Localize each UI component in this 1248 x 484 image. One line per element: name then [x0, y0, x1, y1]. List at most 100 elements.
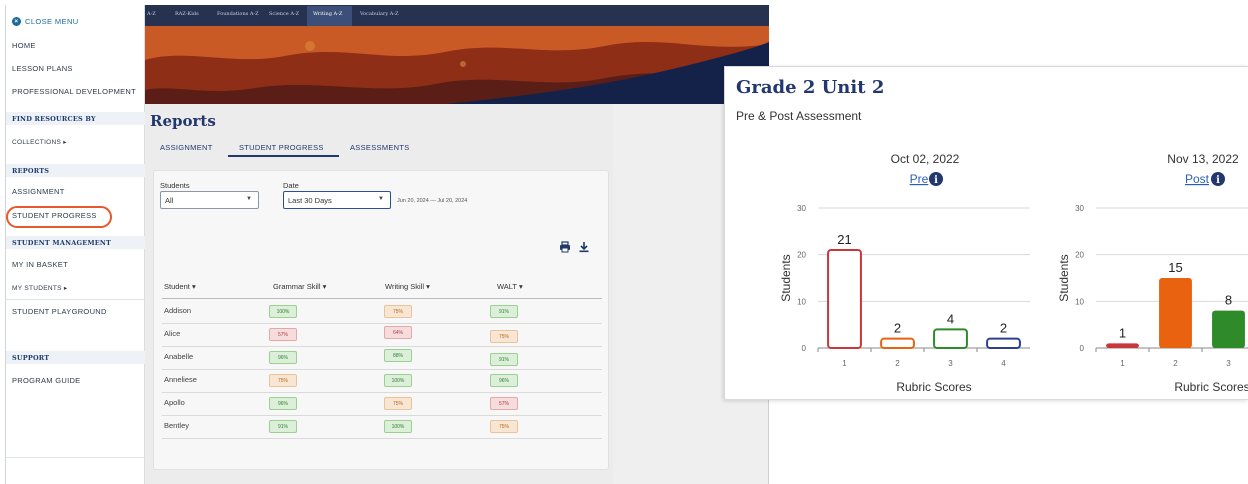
y-tick-label: 0	[802, 344, 807, 353]
chevron-down-icon: ▼	[378, 196, 384, 202]
section-header-label: REPORTS	[12, 167, 50, 175]
date-select[interactable]: Last 30 Days ▼	[283, 191, 391, 209]
table-row-divider	[162, 438, 602, 439]
page-title: Reports	[150, 112, 216, 130]
date-filter-label: Date	[283, 181, 299, 190]
table-row-divider	[162, 346, 602, 347]
x-tick-label: 1	[842, 359, 847, 368]
bar	[827, 249, 862, 349]
bar-value-label: 2	[894, 321, 901, 336]
bar-value-label: 15	[1168, 260, 1182, 275]
student-name: Apollo	[164, 398, 185, 407]
banner-illustration	[145, 26, 769, 104]
bar	[933, 328, 968, 350]
student-name: Alice	[164, 329, 181, 338]
writing-score-badge: 64%	[384, 326, 412, 339]
download-icon[interactable]	[578, 241, 590, 253]
section-header-label: SUPPORT	[12, 354, 50, 362]
reports-app: A-Z RAZ-Kids Foundations A-Z Science A-Z…	[145, 5, 769, 484]
bar	[986, 337, 1021, 349]
menu-item-assignment[interactable]: ASSIGNMENT	[12, 187, 65, 196]
progress-card: Students All ▼ Date Last 30 Days ▼ Jun 2…	[153, 170, 609, 470]
walt-score-badge: 91%	[490, 305, 518, 318]
nav-tab[interactable]: Foundations A-Z	[217, 11, 259, 17]
section-header-student-management: STUDENT MANAGEMENT	[6, 236, 145, 249]
writing-score-badge: 100%	[384, 374, 412, 387]
menu-item-program-guide[interactable]: PROGRAM GUIDE	[12, 376, 81, 385]
students-select-value: All	[165, 196, 174, 205]
column-header-writing[interactable]: Writing Skill ▾	[385, 282, 430, 291]
y-tick-label: 20	[1075, 251, 1084, 260]
writing-score-badge: 75%	[384, 305, 412, 318]
grammar-score-badge: 100%	[269, 305, 297, 318]
column-header-student[interactable]: Student ▾	[164, 282, 196, 291]
menu-item-my-in-basket[interactable]: MY IN BASKET	[12, 260, 68, 269]
y-tick-label: 30	[797, 204, 806, 213]
section-header-support: SUPPORT	[6, 351, 145, 364]
section-header-label: FIND RESOURCES BY	[12, 115, 96, 123]
rubric-score-charts: Oct 02, 2022Pre i0102030StudentsRubric Sc…	[779, 152, 1248, 394]
y-axis-label: Students	[779, 254, 793, 301]
info-icon[interactable]: i	[1211, 172, 1225, 186]
tab-student-progress[interactable]: STUDENT PROGRESS	[239, 143, 324, 152]
y-axis-label: Students	[1057, 254, 1071, 301]
close-icon: ×	[12, 17, 21, 26]
column-header-walt[interactable]: WALT ▾	[497, 282, 523, 291]
menu-item-professional-development[interactable]: PROFESSIONAL DEVELOPMENT	[12, 87, 136, 96]
students-select[interactable]: All ▼	[160, 191, 259, 209]
writing-score-badge: 88%	[384, 349, 412, 362]
nav-tab-active[interactable]: Writing A-Z	[313, 11, 342, 17]
date-select-value: Last 30 Days	[288, 196, 332, 205]
section-header-label: STUDENT MANAGEMENT	[12, 239, 112, 247]
section-header-find-resources: FIND RESOURCES BY	[6, 112, 145, 125]
writing-score-badge: 100%	[384, 420, 412, 433]
bar	[1159, 278, 1192, 348]
column-header-grammar[interactable]: Grammar Skill ▾	[273, 282, 326, 291]
bar-value-label: 1	[1119, 325, 1126, 340]
close-menu-label: CLOSE MENU	[25, 17, 79, 26]
table-header-divider	[162, 298, 602, 299]
close-menu-button[interactable]: × CLOSE MENU	[12, 17, 79, 26]
nav-tab[interactable]: Science A-Z	[269, 11, 299, 17]
tab-assessments[interactable]: ASSESSMENTS	[350, 143, 410, 152]
nav-tab[interactable]: Vocabulary A-Z	[360, 11, 399, 17]
x-tick-label: 3	[948, 359, 953, 368]
menu-divider	[6, 457, 145, 458]
section-header-reports: REPORTS	[6, 164, 145, 177]
x-tick-label: 1	[1120, 359, 1125, 368]
assessment-link: Post	[1185, 172, 1210, 186]
walt-score-badge: 57%	[490, 397, 518, 410]
x-tick-label: 3	[1226, 359, 1231, 368]
grammar-score-badge: 75%	[269, 374, 297, 387]
table-row-divider	[162, 392, 602, 393]
y-tick-label: 10	[1075, 297, 1084, 306]
nav-tab[interactable]: RAZ-Kids	[175, 11, 199, 17]
menu-item-collections[interactable]: COLLECTIONS ▸	[12, 138, 67, 146]
student-name: Anneliese	[164, 375, 197, 384]
svg-text:i: i	[1216, 175, 1220, 186]
menu-item-student-progress[interactable]: STUDENT PROGRESS	[12, 211, 97, 220]
x-tick-label: 2	[1173, 359, 1178, 368]
walt-score-badge: 91%	[490, 353, 518, 366]
menu-item-lesson-plans[interactable]: LESSON PLANS	[12, 64, 73, 73]
students-filter-label: Students	[160, 181, 190, 190]
active-tab-underline	[228, 155, 339, 157]
grammar-score-badge: 96%	[269, 351, 297, 364]
x-tick-label: 4	[1001, 359, 1006, 368]
table-row-divider	[162, 323, 602, 324]
bar	[880, 337, 915, 349]
info-icon[interactable]: i	[929, 172, 943, 186]
print-icon[interactable]	[559, 241, 571, 253]
nav-tab[interactable]: A-Z	[147, 11, 156, 17]
menu-item-home[interactable]: HOME	[12, 41, 36, 50]
chart-date-title: Oct 02, 2022	[891, 152, 960, 166]
tab-assignment[interactable]: ASSIGNMENT	[160, 143, 213, 152]
menu-item-my-students[interactable]: MY STUDENTS ▸	[12, 284, 67, 292]
grammar-score-badge: 57%	[269, 328, 297, 341]
bar-value-label: 8	[1225, 293, 1232, 308]
grammar-score-badge: 91%	[269, 420, 297, 433]
menu-divider	[6, 299, 145, 300]
menu-item-student-playground[interactable]: STUDENT PLAYGROUND	[12, 307, 107, 316]
assessment-link: Pre	[910, 172, 929, 186]
assessment-card: Grade 2 Unit 2 Pre & Post Assessment Oct…	[724, 66, 1248, 400]
